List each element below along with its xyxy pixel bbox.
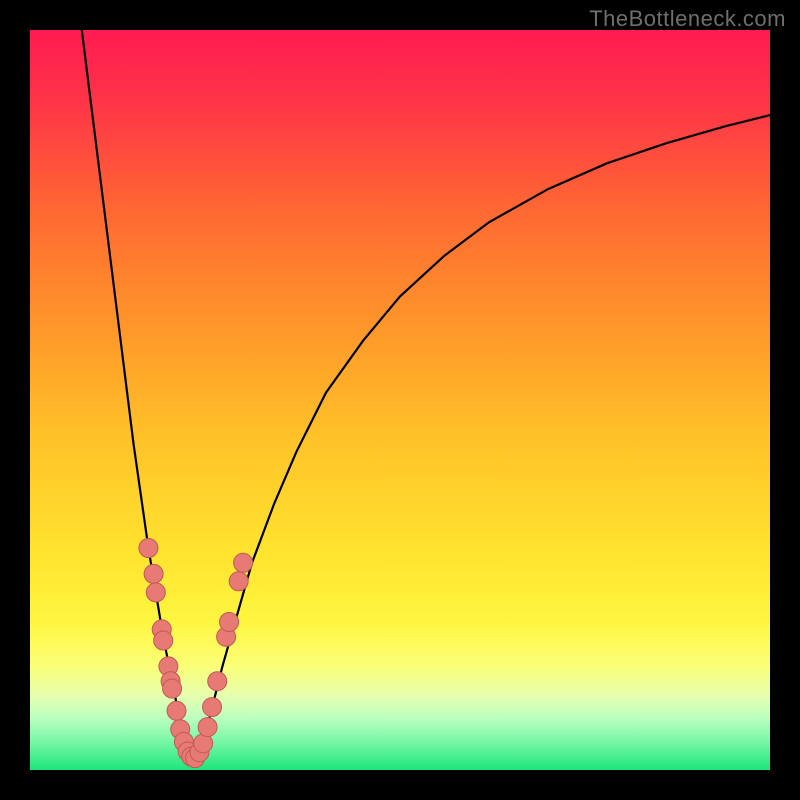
data-marker [234,553,253,572]
data-marker [208,672,227,691]
data-marker [154,631,173,650]
curve-left-branch [82,30,193,759]
plot-area [30,30,770,770]
marker-group [139,539,253,768]
data-marker [139,539,158,558]
data-marker [198,718,217,737]
data-marker [167,701,186,720]
data-marker [144,564,163,583]
data-marker [229,572,248,591]
data-marker [203,698,222,717]
data-marker [146,583,165,602]
data-marker [220,613,239,632]
curve-layer [30,30,770,770]
curve-right-branch [193,115,770,759]
data-marker [163,679,182,698]
chart-frame: TheBottleneck.com [0,0,800,800]
watermark-text: TheBottleneck.com [589,6,786,32]
